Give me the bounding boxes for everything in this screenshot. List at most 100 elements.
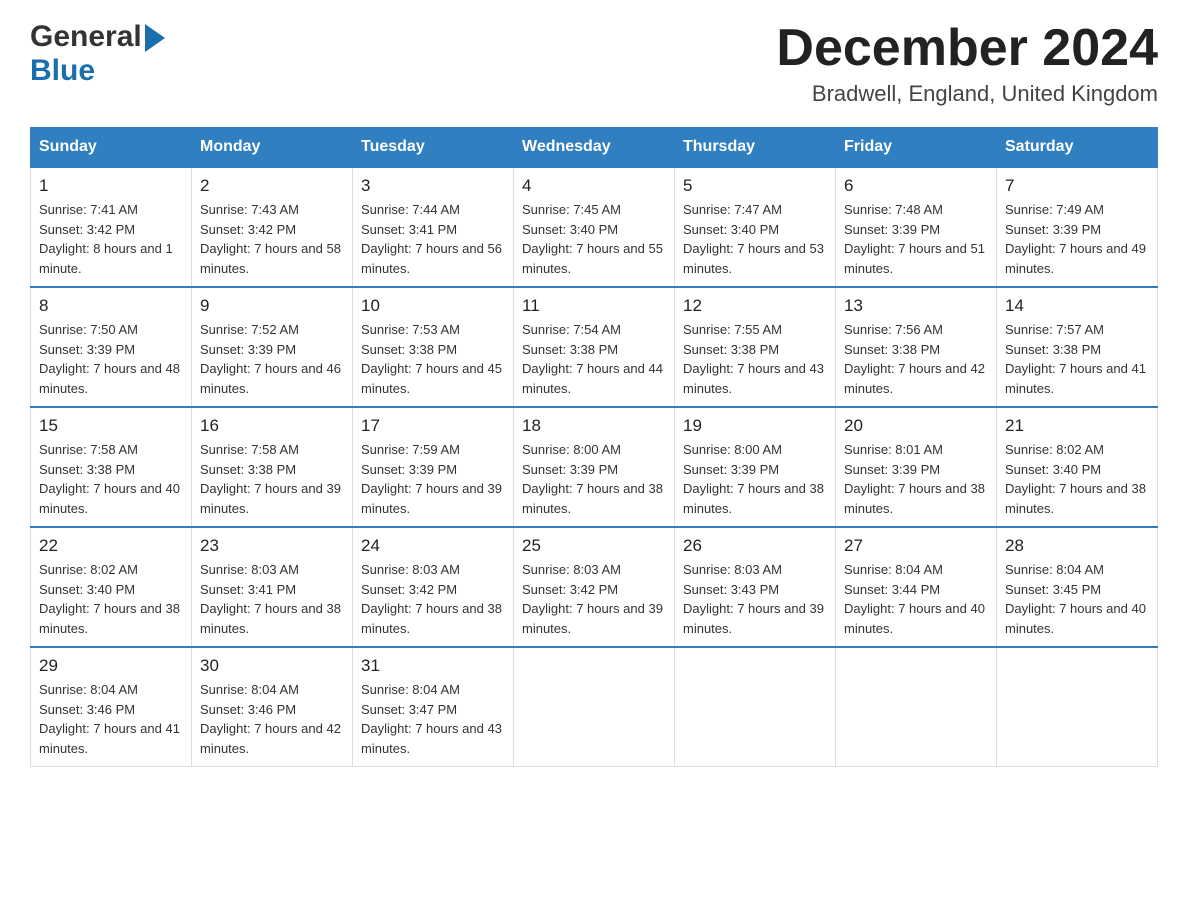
day-number: 21 (1005, 416, 1149, 436)
calendar-cell: 11 Sunrise: 7:54 AM Sunset: 3:38 PM Dayl… (514, 287, 675, 407)
day-number: 15 (39, 416, 183, 436)
col-wednesday: Wednesday (514, 128, 675, 168)
calendar-cell: 26 Sunrise: 8:03 AM Sunset: 3:43 PM Dayl… (675, 527, 836, 647)
days-of-week-row: Sunday Monday Tuesday Wednesday Thursday… (31, 128, 1158, 168)
day-number: 22 (39, 536, 183, 556)
day-number: 14 (1005, 296, 1149, 316)
page-title: December 2024 (776, 20, 1158, 77)
day-info: Sunrise: 8:04 AM Sunset: 3:46 PM Dayligh… (200, 680, 344, 758)
day-info: Sunrise: 7:48 AM Sunset: 3:39 PM Dayligh… (844, 200, 988, 278)
col-saturday: Saturday (997, 128, 1158, 168)
day-number: 8 (39, 296, 183, 316)
calendar-body: 1 Sunrise: 7:41 AM Sunset: 3:42 PM Dayli… (31, 167, 1158, 767)
calendar-cell: 9 Sunrise: 7:52 AM Sunset: 3:39 PM Dayli… (192, 287, 353, 407)
day-number: 5 (683, 176, 827, 196)
calendar-cell: 2 Sunrise: 7:43 AM Sunset: 3:42 PM Dayli… (192, 167, 353, 287)
day-info: Sunrise: 7:54 AM Sunset: 3:38 PM Dayligh… (522, 320, 666, 398)
day-info: Sunrise: 8:03 AM Sunset: 3:42 PM Dayligh… (522, 560, 666, 638)
day-number: 16 (200, 416, 344, 436)
calendar-week-row: 15 Sunrise: 7:58 AM Sunset: 3:38 PM Dayl… (31, 407, 1158, 527)
day-number: 19 (683, 416, 827, 436)
day-info: Sunrise: 7:44 AM Sunset: 3:41 PM Dayligh… (361, 200, 505, 278)
day-info: Sunrise: 8:03 AM Sunset: 3:42 PM Dayligh… (361, 560, 505, 638)
day-info: Sunrise: 7:43 AM Sunset: 3:42 PM Dayligh… (200, 200, 344, 278)
day-number: 11 (522, 296, 666, 316)
calendar-cell (514, 647, 675, 767)
day-info: Sunrise: 8:00 AM Sunset: 3:39 PM Dayligh… (683, 440, 827, 518)
day-info: Sunrise: 8:01 AM Sunset: 3:39 PM Dayligh… (844, 440, 988, 518)
day-number: 12 (683, 296, 827, 316)
day-number: 24 (361, 536, 505, 556)
calendar-week-row: 22 Sunrise: 8:02 AM Sunset: 3:40 PM Dayl… (31, 527, 1158, 647)
calendar-cell: 20 Sunrise: 8:01 AM Sunset: 3:39 PM Dayl… (836, 407, 997, 527)
logo-blue-text: Blue (30, 54, 95, 88)
day-info: Sunrise: 8:04 AM Sunset: 3:44 PM Dayligh… (844, 560, 988, 638)
logo-triangle-icon (145, 24, 167, 52)
calendar-cell: 1 Sunrise: 7:41 AM Sunset: 3:42 PM Dayli… (31, 167, 192, 287)
day-number: 3 (361, 176, 505, 196)
calendar-cell: 12 Sunrise: 7:55 AM Sunset: 3:38 PM Dayl… (675, 287, 836, 407)
calendar-cell: 5 Sunrise: 7:47 AM Sunset: 3:40 PM Dayli… (675, 167, 836, 287)
day-number: 18 (522, 416, 666, 436)
calendar-cell: 29 Sunrise: 8:04 AM Sunset: 3:46 PM Dayl… (31, 647, 192, 767)
logo-general-text: General (30, 20, 142, 54)
calendar-cell: 6 Sunrise: 7:48 AM Sunset: 3:39 PM Dayli… (836, 167, 997, 287)
day-info: Sunrise: 7:58 AM Sunset: 3:38 PM Dayligh… (200, 440, 344, 518)
day-number: 17 (361, 416, 505, 436)
day-info: Sunrise: 8:03 AM Sunset: 3:41 PM Dayligh… (200, 560, 344, 638)
calendar-cell: 15 Sunrise: 7:58 AM Sunset: 3:38 PM Dayl… (31, 407, 192, 527)
calendar-cell: 18 Sunrise: 8:00 AM Sunset: 3:39 PM Dayl… (514, 407, 675, 527)
day-info: Sunrise: 7:49 AM Sunset: 3:39 PM Dayligh… (1005, 200, 1149, 278)
day-info: Sunrise: 7:58 AM Sunset: 3:38 PM Dayligh… (39, 440, 183, 518)
day-info: Sunrise: 8:04 AM Sunset: 3:47 PM Dayligh… (361, 680, 505, 758)
day-number: 25 (522, 536, 666, 556)
day-info: Sunrise: 7:57 AM Sunset: 3:38 PM Dayligh… (1005, 320, 1149, 398)
col-sunday: Sunday (31, 128, 192, 168)
calendar-cell: 22 Sunrise: 8:02 AM Sunset: 3:40 PM Dayl… (31, 527, 192, 647)
day-info: Sunrise: 8:02 AM Sunset: 3:40 PM Dayligh… (1005, 440, 1149, 518)
day-number: 2 (200, 176, 344, 196)
calendar-cell: 28 Sunrise: 8:04 AM Sunset: 3:45 PM Dayl… (997, 527, 1158, 647)
col-thursday: Thursday (675, 128, 836, 168)
day-number: 28 (1005, 536, 1149, 556)
day-info: Sunrise: 7:45 AM Sunset: 3:40 PM Dayligh… (522, 200, 666, 278)
calendar-cell: 27 Sunrise: 8:04 AM Sunset: 3:44 PM Dayl… (836, 527, 997, 647)
calendar-cell: 25 Sunrise: 8:03 AM Sunset: 3:42 PM Dayl… (514, 527, 675, 647)
calendar-cell: 16 Sunrise: 7:58 AM Sunset: 3:38 PM Dayl… (192, 407, 353, 527)
day-info: Sunrise: 7:53 AM Sunset: 3:38 PM Dayligh… (361, 320, 505, 398)
calendar-week-row: 29 Sunrise: 8:04 AM Sunset: 3:46 PM Dayl… (31, 647, 1158, 767)
calendar-cell (836, 647, 997, 767)
calendar-week-row: 1 Sunrise: 7:41 AM Sunset: 3:42 PM Dayli… (31, 167, 1158, 287)
day-info: Sunrise: 7:41 AM Sunset: 3:42 PM Dayligh… (39, 200, 183, 278)
day-info: Sunrise: 7:59 AM Sunset: 3:39 PM Dayligh… (361, 440, 505, 518)
day-number: 29 (39, 656, 183, 676)
calendar-cell: 8 Sunrise: 7:50 AM Sunset: 3:39 PM Dayli… (31, 287, 192, 407)
calendar-cell: 3 Sunrise: 7:44 AM Sunset: 3:41 PM Dayli… (353, 167, 514, 287)
day-number: 4 (522, 176, 666, 196)
day-number: 7 (1005, 176, 1149, 196)
calendar-cell: 7 Sunrise: 7:49 AM Sunset: 3:39 PM Dayli… (997, 167, 1158, 287)
day-info: Sunrise: 8:04 AM Sunset: 3:45 PM Dayligh… (1005, 560, 1149, 638)
day-number: 10 (361, 296, 505, 316)
day-info: Sunrise: 7:52 AM Sunset: 3:39 PM Dayligh… (200, 320, 344, 398)
calendar-cell (997, 647, 1158, 767)
calendar-cell: 17 Sunrise: 7:59 AM Sunset: 3:39 PM Dayl… (353, 407, 514, 527)
day-info: Sunrise: 8:03 AM Sunset: 3:43 PM Dayligh… (683, 560, 827, 638)
calendar-cell: 21 Sunrise: 8:02 AM Sunset: 3:40 PM Dayl… (997, 407, 1158, 527)
logo: General Blue (30, 20, 167, 88)
day-number: 31 (361, 656, 505, 676)
day-info: Sunrise: 7:55 AM Sunset: 3:38 PM Dayligh… (683, 320, 827, 398)
calendar-cell: 19 Sunrise: 8:00 AM Sunset: 3:39 PM Dayl… (675, 407, 836, 527)
day-info: Sunrise: 7:50 AM Sunset: 3:39 PM Dayligh… (39, 320, 183, 398)
calendar-week-row: 8 Sunrise: 7:50 AM Sunset: 3:39 PM Dayli… (31, 287, 1158, 407)
page-subtitle: Bradwell, England, United Kingdom (776, 81, 1158, 107)
calendar-cell: 30 Sunrise: 8:04 AM Sunset: 3:46 PM Dayl… (192, 647, 353, 767)
day-number: 1 (39, 176, 183, 196)
col-tuesday: Tuesday (353, 128, 514, 168)
calendar-cell (675, 647, 836, 767)
day-info: Sunrise: 8:04 AM Sunset: 3:46 PM Dayligh… (39, 680, 183, 758)
day-number: 30 (200, 656, 344, 676)
calendar-cell: 23 Sunrise: 8:03 AM Sunset: 3:41 PM Dayl… (192, 527, 353, 647)
calendar-cell: 13 Sunrise: 7:56 AM Sunset: 3:38 PM Dayl… (836, 287, 997, 407)
day-number: 23 (200, 536, 344, 556)
